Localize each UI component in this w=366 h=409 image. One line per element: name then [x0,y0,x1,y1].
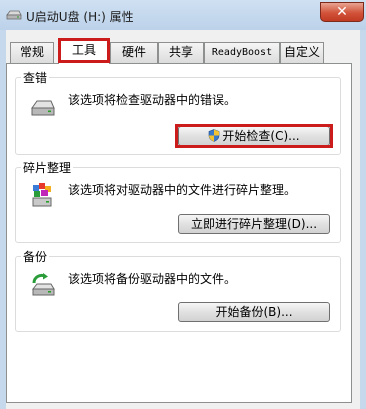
group-error-check: 查错 该选项将检查驱动器中的错误。 开始检查(C)... [15,69,341,155]
tab-readyboost[interactable]: ReadyBoost [204,42,280,63]
backup-description: 该选项将备份驱动器中的文件。 [68,272,237,286]
tab-hardware[interactable]: 硬件 [110,42,158,63]
tab-sharing[interactable]: 共享 [158,42,204,63]
drive-icon [6,10,22,20]
uac-shield-icon [209,129,220,142]
start-backup-button[interactable]: 开始备份(B)... [178,302,330,322]
title-bar: U启动U盘 (H:) 属性 ✕ [0,0,366,30]
tools-tab-panel: 查错 该选项将检查驱动器中的错误。 开始检查(C)... 碎片整理 该选项将对驱… [6,63,352,403]
group-backup: 备份 该选项将备份驱动器中的文件。 开始备份(B)... [15,248,341,332]
start-check-button[interactable]: 开始检查(C)... [178,126,330,146]
close-button[interactable]: ✕ [320,2,364,22]
defrag-description: 该选项将对驱动器中的文件进行碎片整理。 [68,183,297,197]
backup-icon [31,273,55,296]
drive-icon [31,100,55,116]
group-defrag: 碎片整理 该选项将对驱动器中的文件进行碎片整理。 立即进行碎片整理(D)... [15,159,341,243]
dialog-client-area: 常规 工具 硬件 共享 ReadyBoost 自定义 查错 该选项将检查驱动器中… [6,30,360,409]
group-title-backup: 备份 [21,248,50,265]
error-check-description: 该选项将检查驱动器中的错误。 [68,93,237,107]
tab-general[interactable]: 常规 [10,42,54,63]
window-frame-right [360,30,366,409]
start-check-label: 开始检查(C)... [222,129,300,143]
tab-customize[interactable]: 自定义 [280,42,324,63]
tab-tools[interactable]: 工具 [58,39,110,64]
group-title-defrag: 碎片整理 [21,159,74,176]
group-title-error-check: 查错 [21,69,50,86]
defrag-icon [32,183,52,207]
window-title: U启动U盘 (H:) 属性 [26,10,134,24]
defrag-now-button[interactable]: 立即进行碎片整理(D)... [178,214,330,234]
